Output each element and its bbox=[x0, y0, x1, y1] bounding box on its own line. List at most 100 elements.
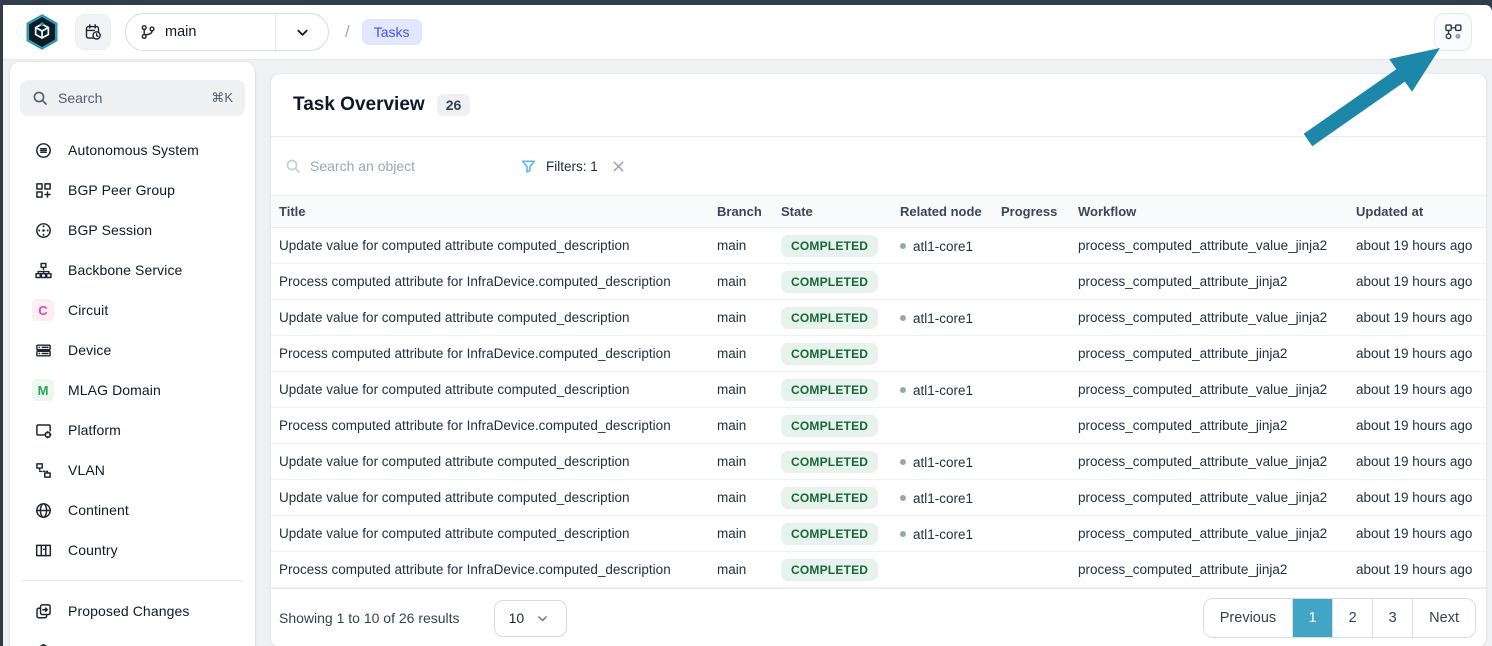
node-dot-icon bbox=[900, 387, 906, 393]
sidebar: Search ⌘K Autonomous System BGP Peer Gro… bbox=[10, 62, 255, 646]
sidebar-item-device[interactable]: Device bbox=[20, 330, 245, 370]
top-header: main / Tasks bbox=[3, 5, 1492, 60]
table-header-row: Title Branch State Related node Progress… bbox=[271, 196, 1487, 228]
branch-dropdown-toggle[interactable] bbox=[276, 25, 328, 40]
branch-selector[interactable]: main bbox=[125, 13, 329, 51]
table-row[interactable]: Process computed attribute for InfraDevi… bbox=[271, 552, 1487, 588]
time-travel-button[interactable] bbox=[75, 14, 111, 50]
node-dot-icon bbox=[900, 459, 906, 465]
status-badge: COMPLETED bbox=[781, 559, 878, 581]
status-badge: COMPLETED bbox=[781, 307, 878, 329]
node-dot-icon bbox=[900, 495, 906, 501]
branch-name: main bbox=[165, 24, 196, 40]
schema-button[interactable] bbox=[1434, 13, 1472, 51]
schema-icon bbox=[1444, 23, 1463, 42]
sidebar-search-shortcut: ⌘K bbox=[211, 90, 233, 106]
table-row[interactable]: Update value for computed attribute comp… bbox=[271, 516, 1487, 552]
node-dot-icon bbox=[900, 315, 906, 321]
table-row[interactable]: Process computed attribute for InfraDevi… bbox=[271, 336, 1487, 372]
continent-icon bbox=[35, 502, 52, 519]
sidebar-item-autonomous-system[interactable]: Autonomous System bbox=[20, 130, 245, 170]
git-branch-icon bbox=[140, 24, 156, 40]
col-title: Title bbox=[271, 196, 709, 228]
page-title: Task Overview bbox=[293, 94, 425, 116]
col-progress: Progress bbox=[993, 196, 1070, 228]
status-badge: COMPLETED bbox=[781, 379, 878, 401]
sidebar-item-object-management[interactable]: Object Management bbox=[20, 631, 245, 646]
bgp-peer-group-icon bbox=[35, 182, 52, 199]
sidebar-search[interactable]: Search ⌘K bbox=[20, 80, 245, 116]
sidebar-item-bgp-peer-group[interactable]: BGP Peer Group bbox=[20, 170, 245, 210]
sidebar-item-proposed-changes[interactable]: Proposed Changes bbox=[20, 591, 245, 631]
app-window: main / Tasks bbox=[3, 5, 1492, 646]
object-management-icon bbox=[35, 643, 52, 646]
close-icon bbox=[612, 160, 625, 173]
table-toolbar: Filters: 1 bbox=[271, 137, 1486, 195]
sidebar-item-circuit[interactable]: C Circuit bbox=[20, 290, 245, 330]
backbone-service-icon bbox=[35, 262, 52, 279]
chevron-down-icon bbox=[536, 612, 549, 625]
results-summary: Showing 1 to 10 of 26 results bbox=[279, 610, 460, 626]
table-row[interactable]: Update value for computed attribute comp… bbox=[271, 372, 1487, 408]
mlag-letter-icon: M bbox=[32, 379, 54, 401]
col-workflow: Workflow bbox=[1070, 196, 1348, 228]
breadcrumb-tasks[interactable]: Tasks bbox=[362, 19, 422, 45]
circuit-letter-icon: C bbox=[32, 299, 54, 321]
filters-label: Filters: 1 bbox=[546, 159, 598, 174]
page-1-button[interactable]: 1 bbox=[1292, 599, 1332, 637]
tasks-table: Title Branch State Related node Progress… bbox=[271, 195, 1487, 588]
previous-page-button[interactable]: Previous bbox=[1204, 599, 1292, 637]
col-state: State bbox=[773, 196, 892, 228]
page-size-value: 10 bbox=[509, 610, 525, 626]
sidebar-item-bgp-session[interactable]: BGP Session bbox=[20, 210, 245, 250]
node-dot-icon bbox=[900, 243, 906, 249]
vlan-icon bbox=[35, 462, 52, 479]
sidebar-item-mlag-domain[interactable]: M MLAG Domain bbox=[20, 370, 245, 410]
infrahub-logo-icon[interactable] bbox=[23, 13, 61, 51]
task-count-badge: 26 bbox=[437, 94, 471, 116]
status-badge: COMPLETED bbox=[781, 415, 878, 437]
table-row[interactable]: Update value for computed attribute comp… bbox=[271, 300, 1487, 336]
autonomous-system-icon bbox=[35, 142, 52, 159]
sidebar-item-vlan[interactable]: VLAN bbox=[20, 450, 245, 490]
pagination: Previous 1 2 3 Next bbox=[1203, 598, 1476, 638]
col-branch: Branch bbox=[709, 196, 773, 228]
sidebar-search-label: Search bbox=[58, 90, 201, 106]
panel-header: Task Overview 26 bbox=[271, 74, 1486, 137]
sidebar-item-backbone-service[interactable]: Backbone Service bbox=[20, 250, 245, 290]
country-icon bbox=[35, 542, 52, 559]
object-search[interactable] bbox=[285, 158, 491, 174]
filters-control[interactable]: Filters: 1 bbox=[521, 159, 625, 174]
task-overview-panel: Task Overview 26 Filters: 1 bbox=[270, 73, 1487, 646]
chevron-down-icon bbox=[295, 25, 310, 40]
table-row[interactable]: Process computed attribute for InfraDevi… bbox=[271, 408, 1487, 444]
device-icon bbox=[35, 342, 52, 359]
clear-filters-button[interactable] bbox=[612, 160, 625, 173]
col-related-node: Related node bbox=[892, 196, 993, 228]
bgp-session-icon bbox=[35, 222, 52, 239]
funnel-icon bbox=[521, 159, 536, 174]
calendar-clock-icon bbox=[84, 23, 103, 42]
search-icon bbox=[285, 158, 301, 174]
next-page-button[interactable]: Next bbox=[1412, 599, 1475, 637]
page-size-select[interactable]: 10 bbox=[494, 600, 567, 637]
table-row[interactable]: Update value for computed attribute comp… bbox=[271, 480, 1487, 516]
col-updated-at: Updated at bbox=[1348, 196, 1487, 228]
object-search-input[interactable] bbox=[310, 158, 470, 174]
page-2-button[interactable]: 2 bbox=[1332, 599, 1372, 637]
sidebar-item-platform[interactable]: Platform bbox=[20, 410, 245, 450]
status-badge: COMPLETED bbox=[781, 235, 878, 257]
table-row[interactable]: Update value for computed attribute comp… bbox=[271, 228, 1487, 264]
node-dot-icon bbox=[900, 531, 906, 537]
status-badge: COMPLETED bbox=[781, 523, 878, 545]
sidebar-item-continent[interactable]: Continent bbox=[20, 490, 245, 530]
sidebar-item-country[interactable]: Country bbox=[20, 530, 245, 570]
status-badge: COMPLETED bbox=[781, 343, 878, 365]
platform-icon bbox=[35, 422, 52, 439]
sidebar-nav: Autonomous System BGP Peer Group BGP Ses… bbox=[20, 130, 245, 646]
page-3-button[interactable]: 3 bbox=[1372, 599, 1412, 637]
status-badge: COMPLETED bbox=[781, 487, 878, 509]
table-row[interactable]: Update value for computed attribute comp… bbox=[271, 444, 1487, 480]
status-badge: COMPLETED bbox=[781, 451, 878, 473]
table-row[interactable]: Process computed attribute for InfraDevi… bbox=[271, 264, 1487, 300]
